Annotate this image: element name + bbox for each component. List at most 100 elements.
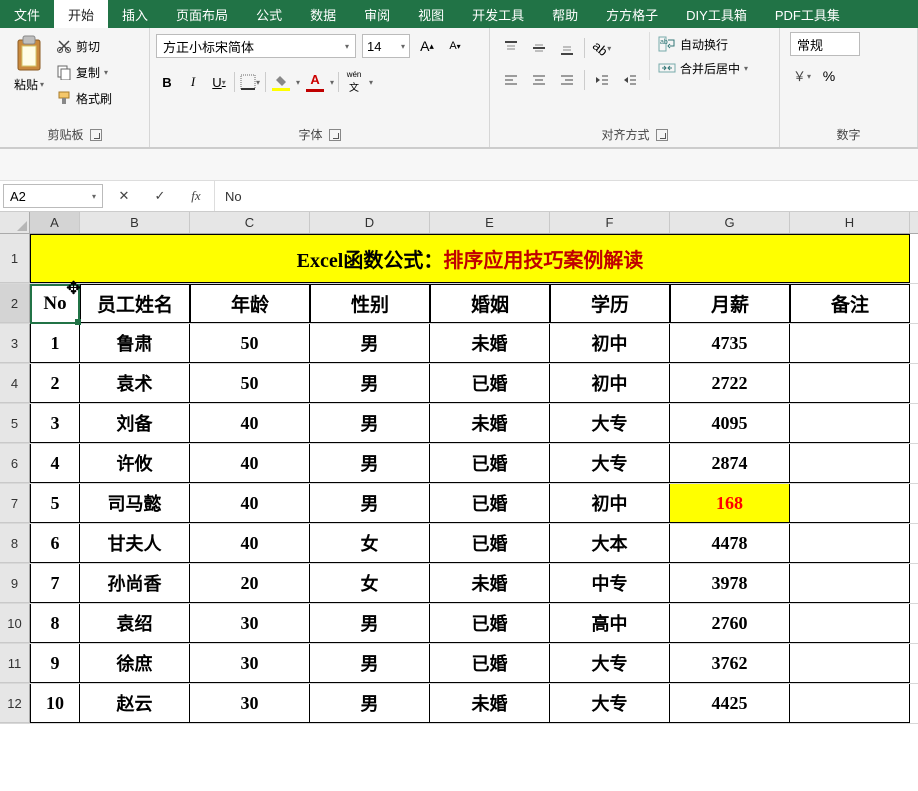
header-cell[interactable]: No (30, 284, 80, 323)
data-cell[interactable] (790, 644, 910, 683)
row-header-8[interactable]: 8 (0, 524, 30, 563)
data-cell[interactable]: 已婚 (430, 604, 550, 643)
dialog-launcher-icon[interactable] (656, 129, 668, 141)
row-header-4[interactable]: 4 (0, 364, 30, 403)
data-cell[interactable]: 徐庶 (80, 644, 190, 683)
row-header-9[interactable]: 9 (0, 564, 30, 603)
data-cell[interactable]: 9 (30, 644, 80, 683)
select-all-corner[interactable] (0, 212, 30, 233)
dialog-launcher-icon[interactable] (329, 129, 341, 141)
data-cell[interactable]: 未婚 (430, 684, 550, 723)
col-header-F[interactable]: F (550, 212, 670, 233)
data-cell[interactable]: 40 (190, 484, 310, 523)
data-cell[interactable]: 未婚 (430, 324, 550, 363)
tab-1[interactable]: 开始 (54, 0, 108, 28)
data-cell[interactable]: 已婚 (430, 644, 550, 683)
row-header-11[interactable]: 11 (0, 644, 30, 683)
data-cell[interactable]: 已婚 (430, 484, 550, 523)
increase-font-button[interactable]: A▴ (416, 35, 438, 57)
col-header-B[interactable]: B (80, 212, 190, 233)
col-header-C[interactable]: C (190, 212, 310, 233)
data-cell[interactable]: 已婚 (430, 444, 550, 483)
row-header-5[interactable]: 5 (0, 404, 30, 443)
data-cell[interactable]: 刘备 (80, 404, 190, 443)
align-middle-button[interactable] (528, 37, 550, 59)
header-cell[interactable]: 性别 (310, 284, 430, 323)
tab-10[interactable]: 方方格子 (592, 0, 672, 28)
data-cell[interactable]: 2874 (670, 444, 790, 483)
data-cell[interactable]: 5 (30, 484, 80, 523)
tab-9[interactable]: 帮助 (538, 0, 592, 28)
data-cell[interactable]: 袁绍 (80, 604, 190, 643)
data-cell[interactable]: 初中 (550, 484, 670, 523)
data-cell[interactable]: 30 (190, 604, 310, 643)
data-cell[interactable]: 赵云 (80, 684, 190, 723)
data-cell[interactable]: 大专 (550, 644, 670, 683)
data-cell[interactable]: 男 (310, 324, 430, 363)
data-cell[interactable]: 4735 (670, 324, 790, 363)
font-name-select[interactable]: 方正小标宋简体▾ (156, 34, 356, 58)
row-header-12[interactable]: 12 (0, 684, 30, 723)
border-button[interactable]: ▾ (239, 71, 261, 93)
format-painter-button[interactable]: 格式刷 (56, 88, 112, 108)
header-cell[interactable]: 备注 (790, 284, 910, 323)
formula-input[interactable]: No (215, 181, 918, 211)
row-header-1[interactable]: 1 (0, 234, 30, 283)
data-cell[interactable]: 大专 (550, 684, 670, 723)
tab-12[interactable]: PDF工具集 (761, 0, 854, 28)
title-cell[interactable]: Excel函数公式：排序应用技巧案例解读 (30, 234, 910, 283)
data-cell[interactable] (790, 444, 910, 483)
tab-6[interactable]: 审阅 (350, 0, 404, 28)
header-cell[interactable]: 婚姻 (430, 284, 550, 323)
cut-button[interactable]: 剪切 (56, 36, 112, 56)
data-cell[interactable]: 50 (190, 364, 310, 403)
data-cell[interactable]: 高中 (550, 604, 670, 643)
data-cell[interactable] (790, 604, 910, 643)
data-cell[interactable]: 初中 (550, 364, 670, 403)
chevron-down-icon[interactable]: ▾ (369, 78, 373, 87)
wrap-text-button[interactable]: ab自动换行 (658, 34, 748, 54)
dialog-launcher-icon[interactable] (90, 129, 102, 141)
data-cell[interactable]: 未婚 (430, 404, 550, 443)
data-cell[interactable]: 孙尚香 (80, 564, 190, 603)
accounting-format-button[interactable]: ￥▾ (790, 65, 812, 87)
bold-button[interactable]: B (156, 71, 178, 93)
align-center-button[interactable] (528, 69, 550, 91)
row-header-10[interactable]: 10 (0, 604, 30, 643)
row-header-2[interactable]: 2 (0, 284, 30, 323)
phonetic-button[interactable]: wén文 (343, 71, 365, 93)
increase-indent-button[interactable] (619, 69, 641, 91)
data-cell[interactable]: 3 (30, 404, 80, 443)
tab-8[interactable]: 开发工具 (458, 0, 538, 28)
data-cell[interactable]: 8 (30, 604, 80, 643)
data-cell[interactable]: 男 (310, 644, 430, 683)
data-cell[interactable]: 2 (30, 364, 80, 403)
data-cell[interactable]: 已婚 (430, 364, 550, 403)
data-cell[interactable]: 男 (310, 364, 430, 403)
tab-7[interactable]: 视图 (404, 0, 458, 28)
data-cell[interactable]: 50 (190, 324, 310, 363)
chevron-down-icon[interactable]: ▾ (296, 78, 300, 87)
tab-2[interactable]: 插入 (108, 0, 162, 28)
data-cell[interactable]: 未婚 (430, 564, 550, 603)
data-cell[interactable]: 大本 (550, 524, 670, 563)
row-header-3[interactable]: 3 (0, 324, 30, 363)
tab-3[interactable]: 页面布局 (162, 0, 242, 28)
chevron-down-icon[interactable]: ▾ (330, 78, 334, 87)
data-cell[interactable]: 30 (190, 684, 310, 723)
data-cell[interactable] (790, 324, 910, 363)
data-cell[interactable]: 2722 (670, 364, 790, 403)
orientation-button[interactable]: ab▾ (591, 37, 613, 59)
data-cell[interactable]: 3978 (670, 564, 790, 603)
data-cell[interactable]: 6 (30, 524, 80, 563)
data-cell[interactable]: 男 (310, 604, 430, 643)
col-header-A[interactable]: A (30, 212, 80, 233)
data-cell[interactable]: 男 (310, 404, 430, 443)
data-cell[interactable]: 30 (190, 644, 310, 683)
fx-button[interactable]: fx (178, 188, 214, 204)
data-cell[interactable]: 4 (30, 444, 80, 483)
data-cell[interactable] (790, 404, 910, 443)
data-cell[interactable]: 许攸 (80, 444, 190, 483)
header-cell[interactable]: 月薪 (670, 284, 790, 323)
paste-button[interactable]: 粘贴▾ (6, 32, 52, 95)
